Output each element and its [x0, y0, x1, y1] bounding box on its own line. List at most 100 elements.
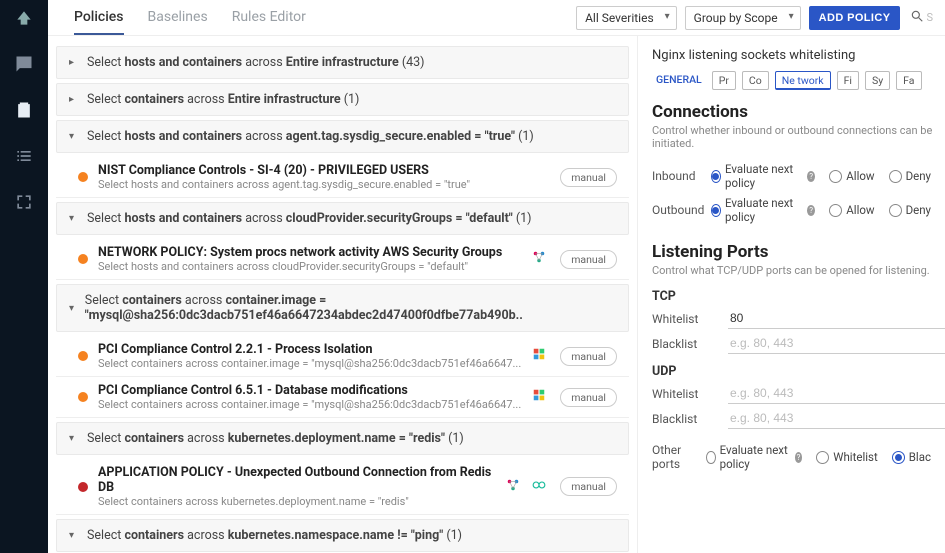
policy-item[interactable]: PCI Compliance Control 6.5.1 - Database …	[56, 377, 629, 418]
chevron-icon: ▾	[69, 213, 79, 224]
policy-group[interactable]: ▸ Select hosts and containers across Enti…	[56, 46, 629, 79]
tcp-heading: TCP	[652, 289, 945, 304]
manual-tag: manual	[560, 250, 617, 269]
other-whitelist-radio[interactable]: Whitelist	[816, 450, 877, 464]
outbound-allow-radio[interactable]: Allow	[829, 203, 874, 217]
color-icon	[532, 347, 546, 365]
tcp-whitelist-input[interactable]	[728, 308, 945, 329]
other-ports-label: Other ports	[652, 443, 706, 471]
policy-sub: Select containers across container.image…	[98, 357, 532, 370]
tcp-blacklist-input[interactable]	[728, 333, 945, 354]
group-text: Select containers across kubernetes.depl…	[87, 431, 464, 446]
logo-icon	[14, 8, 34, 32]
outbound-deny-radio[interactable]: Deny	[889, 203, 931, 217]
severity-dot	[78, 351, 88, 361]
search-stub: S	[926, 11, 933, 24]
inbound-allow-radio[interactable]: Allow	[829, 169, 874, 183]
severity-dot	[78, 172, 88, 182]
policy-group[interactable]: ▾ Select containers across container.imag…	[56, 284, 629, 332]
chip-co[interactable]: Co	[742, 71, 769, 90]
udp-blacklist-input[interactable]	[728, 408, 945, 429]
group-text: Select containers across Entire infrastr…	[87, 92, 359, 107]
help-icon[interactable]: ?	[795, 452, 803, 463]
group-text: Select hosts and containers across cloud…	[87, 211, 532, 226]
topbar: Policies Baselines Rules Editor All Seve…	[48, 0, 945, 36]
net-icon	[506, 478, 520, 496]
group-by-select[interactable]: Group by Scope	[685, 6, 801, 30]
clipboard-icon[interactable]	[14, 100, 34, 124]
policy-group[interactable]: ▾ Select hosts and containers across clou…	[56, 202, 629, 235]
policy-item[interactable]: PCI Compliance Control 2.2.1 - Process I…	[56, 336, 629, 377]
policy-title: APPLICATION POLICY - Unexpected Outbound…	[98, 465, 506, 495]
chevron-icon: ▸	[69, 94, 79, 105]
udp-whitelist-label: Whitelist	[652, 387, 728, 401]
severity-dot	[78, 254, 88, 264]
listening-desc: Control what TCP/UDP ports can be opened…	[652, 264, 945, 277]
connections-desc: Control whether inbound or outbound conn…	[652, 124, 945, 150]
group-text: Select hosts and containers across Entir…	[87, 55, 425, 70]
panel-title: Nginx listening sockets whitelisting	[652, 48, 945, 63]
udp-heading: UDP	[652, 364, 945, 379]
policy-sub: Select containers across container.image…	[98, 398, 532, 411]
policy-sub: Select containers across kubernetes.depl…	[98, 495, 506, 508]
search-icon[interactable]	[910, 9, 924, 27]
manual-tag: manual	[560, 388, 617, 407]
chevron-icon: ▾	[69, 303, 77, 314]
severity-select[interactable]: All Severities	[576, 6, 677, 30]
color-icon	[532, 388, 546, 406]
chevron-icon: ▾	[69, 131, 79, 142]
chip-sy[interactable]: Sy	[865, 71, 890, 90]
udp-blacklist-label: Blacklist	[652, 412, 728, 426]
side-nav	[0, 0, 48, 553]
group-text: Select containers across container.image…	[85, 293, 616, 323]
tab-rules-editor[interactable]: Rules Editor	[232, 1, 306, 35]
chip-pr[interactable]: Pr	[712, 71, 736, 90]
group-text: Select containers across kubernetes.name…	[87, 528, 462, 543]
inbound-label: Inbound	[652, 169, 711, 183]
policy-title: NETWORK POLICY: System procs network act…	[98, 245, 532, 260]
manual-tag: manual	[560, 477, 617, 496]
inbound-eval-radio[interactable]: Evaluate next policy?	[711, 162, 815, 190]
inbound-deny-radio[interactable]: Deny	[889, 169, 931, 183]
policy-group[interactable]: ▾ Select containers across kubernetes.dep…	[56, 422, 629, 455]
alert-icon[interactable]	[14, 54, 34, 78]
policy-group[interactable]: ▾Select containers across kubernetes.nam…	[56, 519, 629, 552]
tab-baselines[interactable]: Baselines	[148, 1, 208, 35]
policy-group[interactable]: ▸ Select containers across Entire infrast…	[56, 83, 629, 116]
policy-list: ▸ Select hosts and containers across Enti…	[48, 36, 637, 553]
chevron-icon: ▸	[69, 57, 79, 68]
policy-title: NIST Compliance Controls - SI-4 (20) - P…	[98, 163, 546, 178]
policy-item[interactable]: APPLICATION POLICY - Unexpected Outbound…	[56, 459, 629, 515]
expand-icon[interactable]	[14, 192, 34, 216]
policy-item[interactable]: NIST Compliance Controls - SI-4 (20) - P…	[56, 157, 629, 198]
chevron-icon: ▾	[69, 433, 79, 444]
other-eval-radio[interactable]: Evaluate next policy?	[706, 443, 802, 471]
tcp-whitelist-label: Whitelist	[652, 312, 728, 326]
manual-tag: manual	[560, 347, 617, 366]
tcp-blacklist-label: Blacklist	[652, 337, 728, 351]
manual-tag: manual	[560, 168, 617, 187]
policy-group[interactable]: ▾ Select hosts and containers across agen…	[56, 120, 629, 153]
other-blacklist-radio[interactable]: Blac	[892, 450, 931, 464]
help-icon[interactable]: ?	[807, 171, 815, 182]
group-text: Select hosts and containers across agent…	[87, 129, 534, 144]
tab-policies[interactable]: Policies	[74, 1, 124, 35]
severity-dot	[78, 392, 88, 402]
help-icon[interactable]: ?	[807, 205, 815, 216]
rec-icon	[532, 478, 546, 496]
policy-title: PCI Compliance Control 6.5.1 - Database …	[98, 383, 532, 398]
chip-fi[interactable]: Fi	[837, 71, 859, 90]
detail-panel: Nginx listening sockets whitelisting GEN…	[637, 36, 945, 553]
policy-item[interactable]: NETWORK POLICY: System procs network act…	[56, 239, 629, 280]
connections-heading: Connections	[652, 102, 945, 122]
list-icon[interactable]	[14, 146, 34, 170]
listening-heading: Listening Ports	[652, 242, 945, 262]
udp-whitelist-input[interactable]	[728, 383, 945, 404]
chip-general[interactable]: GENERAL	[652, 71, 706, 90]
policy-sub: Select hosts and containers across agent…	[98, 178, 546, 191]
chip-fa[interactable]: Fa	[896, 71, 921, 90]
outbound-eval-radio[interactable]: Evaluate next policy?	[711, 196, 815, 224]
policy-title: PCI Compliance Control 2.2.1 - Process I…	[98, 342, 532, 357]
chip-network[interactable]: Ne twork	[775, 71, 831, 90]
add-policy-button[interactable]: ADD POLICY	[809, 6, 901, 30]
